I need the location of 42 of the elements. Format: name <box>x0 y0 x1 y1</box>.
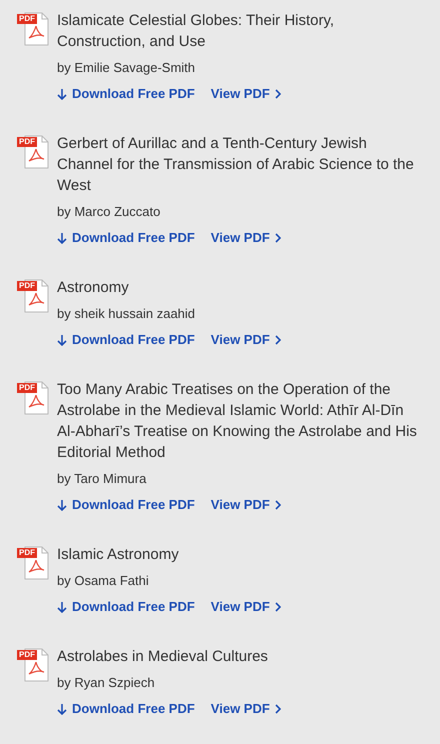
down-arrow-icon <box>57 88 67 100</box>
chevron-icon <box>274 233 281 243</box>
down-arrow-icon <box>57 601 67 613</box>
paper-author: by Emilie Savage-Smith <box>57 59 196 77</box>
paper-title: Islamicate Celestial Globes: Their History, Construction, and Use <box>57 11 336 52</box>
down-arrow-icon <box>57 703 67 715</box>
paper-author: by Marco Zuccato <box>57 203 162 221</box>
paper-title: Astronomy <box>57 278 130 298</box>
view-link[interactable]: View PDF <box>210 229 281 247</box>
chevron-icon <box>274 335 281 345</box>
pdf-label: PDF <box>17 281 37 291</box>
chevron-icon <box>274 602 281 612</box>
paper-title: Too Many Arabic Treatises on the Operation of the Astrolabe in the Medieval Islamic World: Athīr Al-Dīn Al-Abharī’s Treatise on Knowing the Astrolabe and His Editorial Method <box>57 380 418 463</box>
down-arrow-icon <box>57 499 67 511</box>
paper-title: Gerbert of Aurillac and a Tenth-Century Jewish Channel for the Transmission of Arabic Science to the West <box>57 134 415 196</box>
chevron-icon <box>274 89 281 99</box>
view-link[interactable]: View PDF <box>210 598 281 616</box>
download-link[interactable]: Download Free PDF <box>57 700 195 718</box>
chevron-icon <box>274 500 281 510</box>
pdf-label: PDF <box>17 650 37 660</box>
download-link[interactable]: Download Free PDF <box>57 331 195 349</box>
view-link[interactable]: View PDF <box>210 85 281 103</box>
down-arrow-icon <box>57 334 67 346</box>
pdf-label: PDF <box>17 137 37 147</box>
paper-author: by sheik hussain zaahid <box>57 305 196 323</box>
pdf-label: PDF <box>17 548 37 558</box>
paper-author: by Taro Mimura <box>57 470 148 488</box>
paper-title: Islamic Astronomy <box>57 545 180 565</box>
pdf-label: PDF <box>17 383 37 393</box>
view-link[interactable]: View PDF <box>210 331 281 349</box>
download-link[interactable]: Download Free PDF <box>57 496 195 514</box>
download-link[interactable]: Download Free PDF <box>57 229 195 247</box>
view-link[interactable]: View PDF <box>210 496 281 514</box>
chevron-icon <box>274 704 281 714</box>
download-link[interactable]: Download Free PDF <box>57 598 195 616</box>
down-arrow-icon <box>57 232 67 244</box>
paper-author: by Ryan Szpiech <box>57 674 156 692</box>
paper-title: Astrolabes in Medieval Cultures <box>57 647 269 667</box>
pdf-label: PDF <box>17 14 37 24</box>
paper-author: by Osama Fathi <box>57 572 150 590</box>
download-link[interactable]: Download Free PDF <box>57 85 195 103</box>
view-link[interactable]: View PDF <box>210 700 281 718</box>
